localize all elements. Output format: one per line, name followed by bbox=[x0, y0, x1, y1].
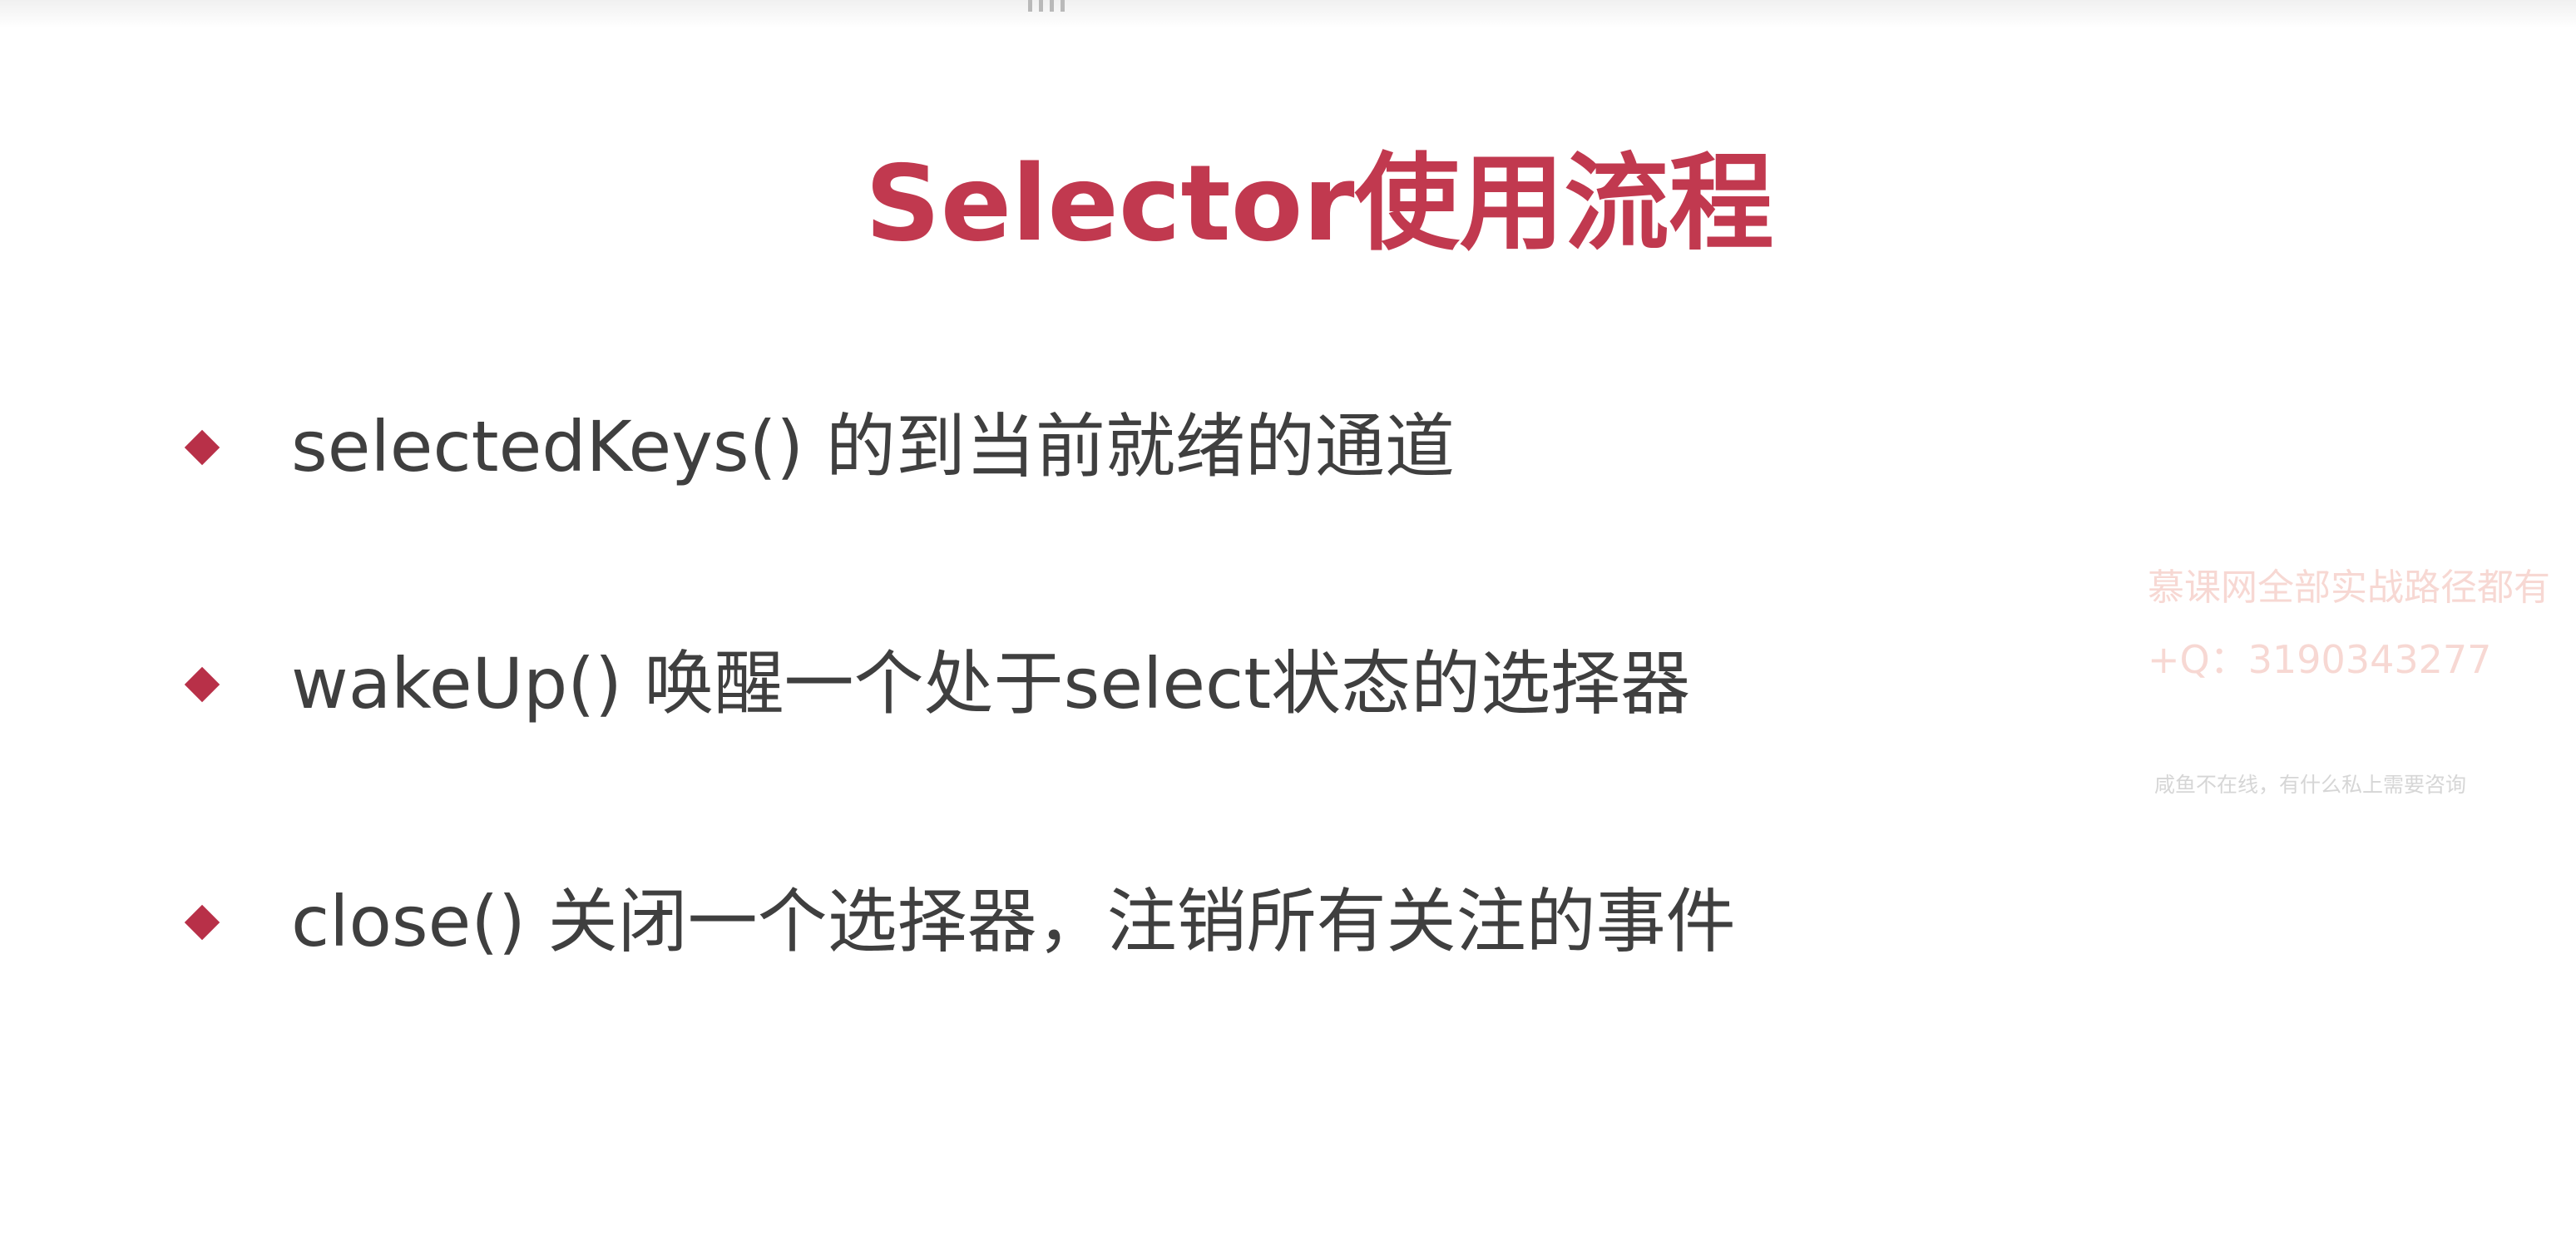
bullet-text: wakeUp() 唤醒一个处于select状态的选择器 bbox=[291, 643, 1691, 724]
watermark-contact: +Q：3190343277 bbox=[2148, 637, 2492, 682]
slide: Selector使用流程 selectedKeys() 的到当前就绪的通道 wa… bbox=[0, 0, 2576, 1236]
bullet-list: selectedKeys() 的到当前就绪的通道 wakeUp() 唤醒一个处于… bbox=[0, 0, 1996, 1081]
bullet-text: selectedKeys() 的到当前就绪的通道 bbox=[291, 406, 1455, 487]
watermark-line: 慕课网全部实战路径都有 bbox=[2148, 566, 2550, 609]
diamond-icon bbox=[184, 666, 220, 703]
bullet-text: close() 关闭一个选择器，注销所有关注的事件 bbox=[291, 881, 1736, 962]
bullet-item: wakeUp() 唤醒一个处于select状态的选择器 bbox=[181, 634, 1928, 734]
watermark: 慕课网全部实战路径都有 +Q：3190343277 咸鱼不在线，有什么私上需要咨… bbox=[2146, 553, 2576, 819]
watermark-note: 咸鱼不在线，有什么私上需要咨询 bbox=[2154, 773, 2467, 797]
bullet-item: selectedKeys() 的到当前就绪的通道 bbox=[181, 397, 1928, 497]
bullet-item: close() 关闭一个选择器，注销所有关注的事件 bbox=[181, 872, 1928, 971]
diamond-icon bbox=[184, 429, 220, 466]
diamond-icon bbox=[184, 904, 220, 941]
